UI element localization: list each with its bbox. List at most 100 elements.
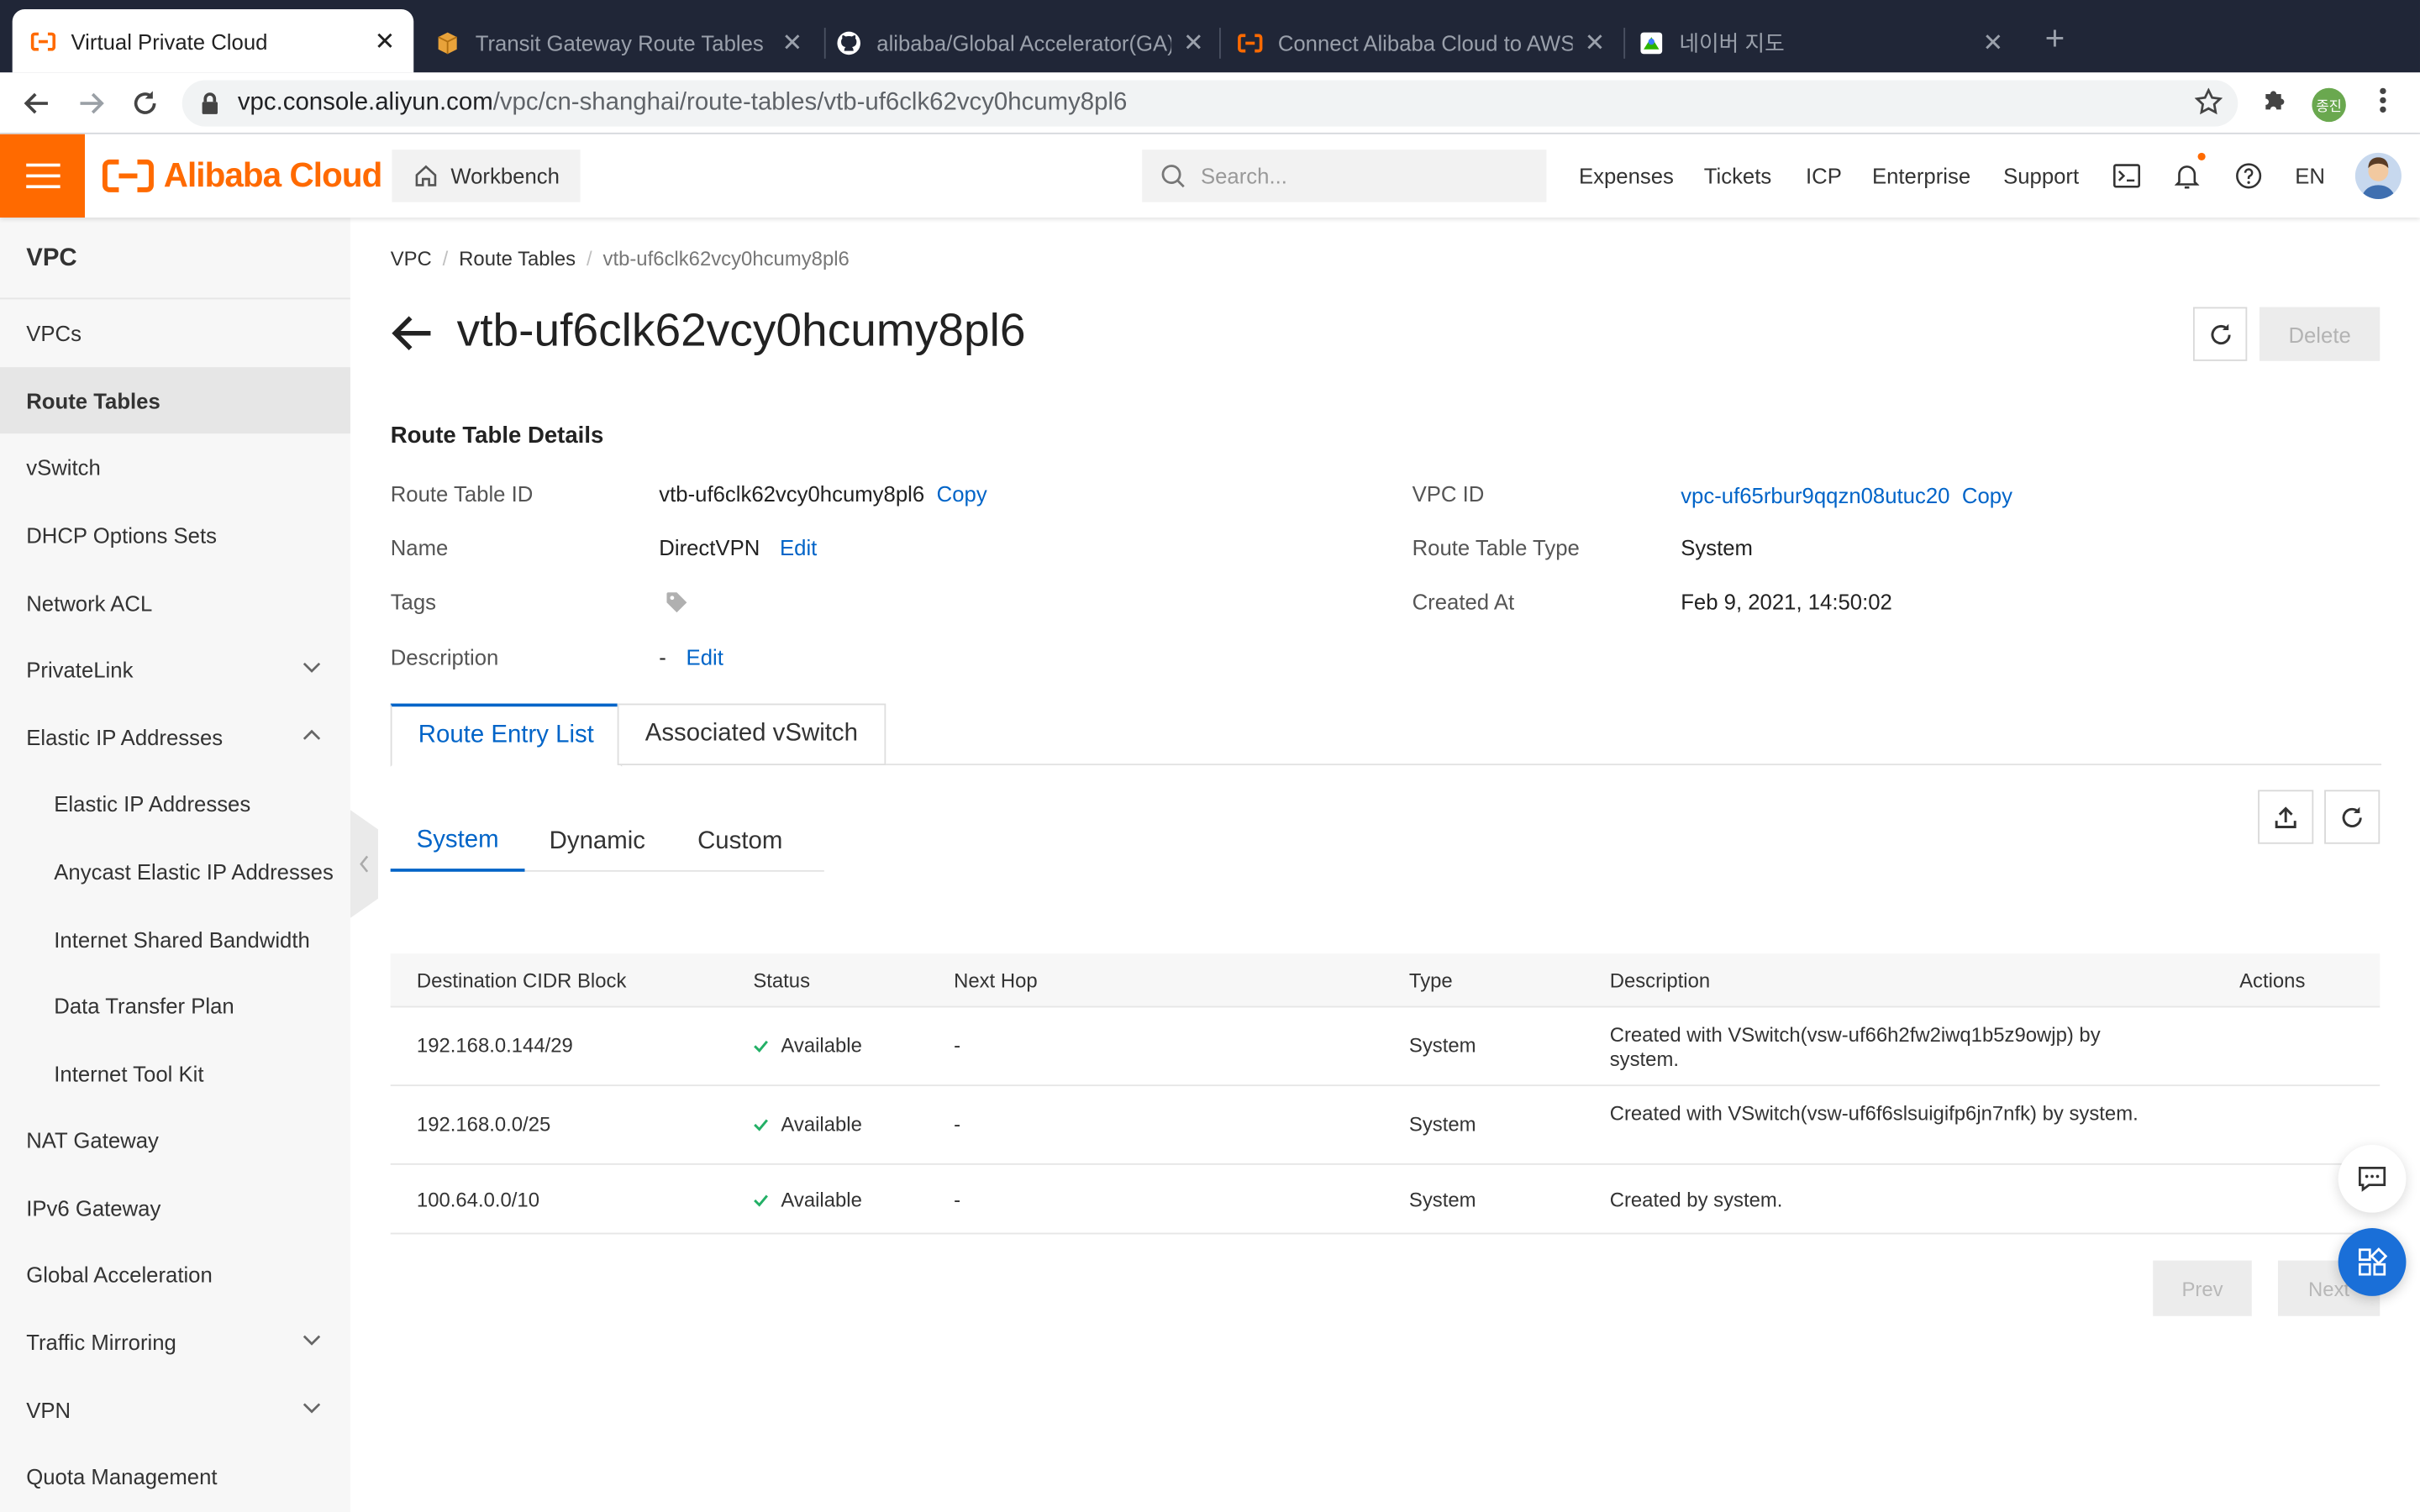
enterprise-link[interactable]: Enterprise [1872,164,1970,188]
profile-avatar[interactable]: 종진 [2312,87,2346,123]
cell-description: Created by system. [1609,1188,1783,1211]
menu-hamburger-icon[interactable] [0,134,86,218]
sidebar-collapse-handle[interactable] [350,810,378,918]
sidebar-item-network-acl[interactable]: Network ACL [0,570,350,636]
tab-associated-vswitch[interactable]: Associated vSwitch [617,703,886,766]
language-switch[interactable]: EN [2295,164,2325,188]
app-root: Virtual Private Cloud ✕ Transit Gateway … [0,0,2420,1512]
workbench-button[interactable]: Workbench [392,150,581,202]
column-type: Type [1408,969,1453,993]
sidebar-item-vpcs[interactable]: VPCs [0,299,350,365]
sidebar-item-shared-bandwidth[interactable]: Internet Shared Bandwidth [0,906,350,972]
browser-menu-icon[interactable] [2370,85,2395,123]
prev-page-button[interactable]: Prev [2153,1260,2252,1316]
column-destination-cidr: Destination CIDR Block [416,969,627,993]
close-icon[interactable]: ✕ [781,27,802,58]
cell-description: Created with VSwitch(vsw-uf66h2fw2iwq1b5… [1609,1022,2101,1071]
extensions-puzzle-icon[interactable] [2260,85,2291,123]
back-icon[interactable] [18,85,55,122]
route-table-type-label: Route Table Type [1412,535,1580,560]
sidebar-item-label: Quota Management [26,1463,218,1488]
browser-tab-connect[interactable]: Connect Alibaba Cloud to AWS ✕ [1219,13,1623,73]
close-icon[interactable]: ✕ [1982,27,2003,58]
icp-link[interactable]: ICP [1806,164,1842,188]
cell-next-hop: - [954,1033,961,1058]
sidebar-item-nat-gateway[interactable]: NAT Gateway [0,1106,350,1173]
vpc-id-link[interactable]: vpc-uf65rbur9qqzn08utuc20 [1681,483,1949,507]
bell-icon[interactable] [2171,160,2202,192]
tab-label: 네이버 지도 [1679,29,1785,55]
sidebar-item-vpn[interactable]: VPN [0,1376,350,1442]
browser-tab-bar: Virtual Private Cloud ✕ Transit Gateway … [0,0,2420,73]
sidebar-item-vswitch[interactable]: vSwitch [0,433,350,500]
new-tab-icon[interactable]: + [2045,18,2065,59]
help-icon[interactable] [2233,160,2265,192]
route-table-type-value: System [1681,535,1753,560]
breadcrumb-route-tables[interactable]: Route Tables [459,247,576,270]
edit-name-link[interactable]: Edit [780,535,817,559]
refresh-icon [2210,323,2230,344]
browser-tab-naver[interactable]: 네이버 지도 ✕ [1621,13,2023,73]
workbench-label: Workbench [450,163,560,189]
close-icon[interactable]: ✕ [1183,27,1204,58]
column-status: Status [753,969,811,993]
user-avatar[interactable] [2354,152,2402,199]
sidebar-item-dhcp-options-sets[interactable]: DHCP Options Sets [0,501,350,568]
close-icon[interactable]: ✕ [375,25,396,56]
vpc-id-value: vpc-uf65rbur9qqzn08utuc20 Copy [1681,483,2012,507]
url-text: vpc.console.aliyun.com/vpc/cn-shanghai/r… [238,90,1128,118]
browser-tab-github[interactable]: alibaba/Global Accelerator(GA) ✕ [818,13,1222,73]
forward-icon[interactable] [72,85,109,122]
back-arrow-icon[interactable] [391,313,434,361]
tab-route-entry-list[interactable]: Route Entry List [390,703,622,767]
tab-dynamic[interactable]: Dynamic [528,813,666,872]
sidebar-item-ipv6-gateway[interactable]: IPv6 Gateway [0,1174,350,1241]
sidebar-title: VPC [26,245,77,272]
table-row: 100.64.0.0/10 Available - System Created… [390,1165,2381,1235]
apps-grid-icon [2358,1247,2388,1276]
route-table-id-text: vtb-uf6clk62vcy0hcumy8pl6 [659,481,925,507]
copy-vpc-id-link[interactable]: Copy [1962,483,2012,507]
sidebar-item-label: Elastic IP Addresses [26,724,224,749]
sidebar-item-label: Network ACL [26,590,153,615]
search-input[interactable]: Search... [1142,150,1547,202]
sidebar-item-traffic-mirroring[interactable]: Traffic Mirroring [0,1309,350,1375]
sidebar-item-anycast-eip[interactable]: Anycast Elastic IP Addresses [0,837,350,904]
refresh-button[interactable] [2192,307,2248,361]
brand-logo[interactable]: Alibaba Cloud [102,156,382,197]
sidebar-item-data-transfer-plan[interactable]: Data Transfer Plan [0,972,350,1038]
browser-tab-transit[interactable]: Transit Gateway Route Tables | ✕ [417,13,821,73]
edit-description-link[interactable]: Edit [687,645,723,669]
quick-apps-button[interactable] [2338,1228,2407,1296]
bookmark-star-icon[interactable] [2194,87,2223,123]
tab-system[interactable]: System [390,813,525,872]
tag-icon[interactable] [666,591,689,618]
sidebar-item-route-tables[interactable]: Route Tables [0,367,350,434]
tickets-link[interactable]: Tickets [1704,164,1772,188]
sidebar-item-elastic-ip-addresses[interactable]: Elastic IP Addresses [0,770,350,837]
copy-route-table-id-link[interactable]: Copy [937,481,987,506]
sidebar-item-elastic-ip-group[interactable]: Elastic IP Addresses [0,704,350,770]
expenses-link[interactable]: Expenses [1579,164,1674,188]
terminal-icon[interactable] [2112,160,2143,192]
support-link[interactable]: Support [2003,164,2079,188]
url-field[interactable]: vpc.console.aliyun.com/vpc/cn-shanghai/r… [182,80,2238,127]
delete-button[interactable]: Delete [2259,307,2381,361]
browser-tab-vpc[interactable]: Virtual Private Cloud ✕ [12,9,414,73]
chat-button[interactable] [2338,1144,2407,1213]
cell-next-hop: - [954,1188,961,1211]
tab-custom[interactable]: Custom [670,813,810,872]
breadcrumb-vpc[interactable]: VPC [391,247,432,270]
refresh-icon [2342,806,2362,827]
main-tabs: Route Entry List Associated vSwitch [390,703,2382,767]
sidebar-item-privatelink[interactable]: PrivateLink [0,636,350,702]
sidebar-item-quota-management[interactable]: Quota Management [0,1442,350,1509]
reload-icon[interactable] [127,85,164,122]
refresh-table-button[interactable] [2324,790,2381,844]
cell-type: System [1408,1188,1476,1211]
details-section-title: Route Table Details [390,423,604,449]
sidebar-item-global-acceleration[interactable]: Global Acceleration [0,1241,350,1307]
close-icon[interactable]: ✕ [1585,27,1606,58]
export-button[interactable] [2258,790,2314,844]
sidebar-item-internet-tool-kit[interactable]: Internet Tool Kit [0,1040,350,1106]
